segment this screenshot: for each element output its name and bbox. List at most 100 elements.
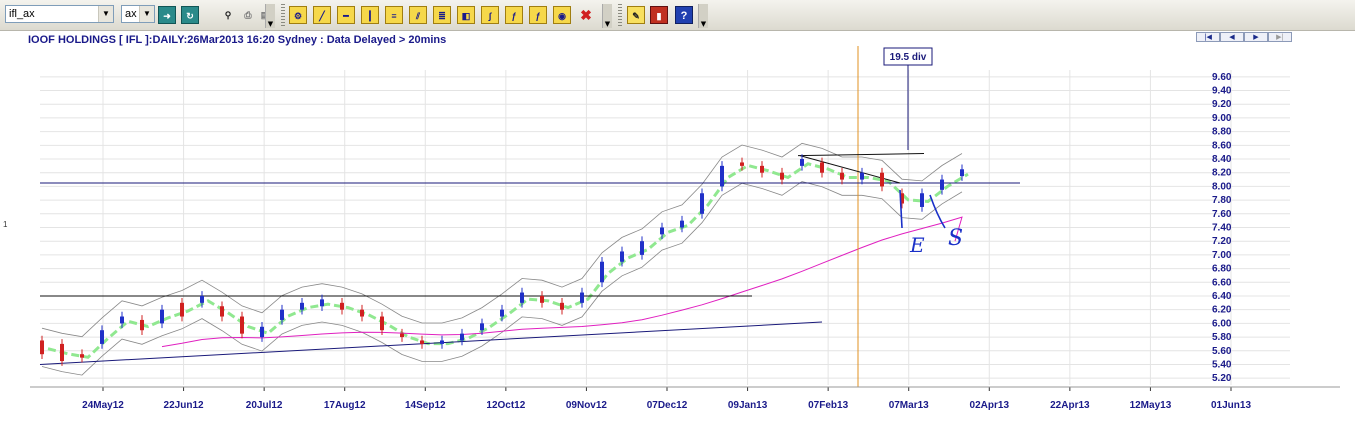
candle-body xyxy=(600,261,604,283)
y-axis: 9.60 9.40 9.20 9.00 8.80 8.60 8.40 8.20 8.00 7.80… xyxy=(1212,72,1232,384)
x-tick-label: 01Jun13 xyxy=(1211,400,1251,411)
binoculars-icon[interactable]: ⚲ xyxy=(219,6,237,24)
candle-body xyxy=(700,193,704,214)
symbol-value: ifl_ax xyxy=(9,8,35,20)
fibonacci-icon[interactable]: ƒ xyxy=(505,6,523,24)
y-tick-label: 6.20 xyxy=(1212,305,1232,316)
parallel-line-icon[interactable]: ⫽ xyxy=(409,6,427,24)
x-axis: 24May12 22Jun12 20Jul12 17Aug12 14Sep12 12Oct… xyxy=(30,386,1340,411)
text-note-icon[interactable]: ◉ xyxy=(553,6,571,24)
candle-body xyxy=(660,227,664,235)
candle-body xyxy=(880,172,884,187)
candle-body xyxy=(540,295,544,303)
exchange-combo[interactable]: ax ▼ xyxy=(121,5,155,23)
y-tick-label: 6.40 xyxy=(1212,291,1232,302)
candle-body xyxy=(480,323,484,331)
candle-body xyxy=(960,169,964,177)
y-tick-label: 8.00 xyxy=(1212,181,1232,192)
uptrend-line xyxy=(39,321,823,365)
lin-channel-icon[interactable]: ≣ xyxy=(433,6,451,24)
retracement-icon[interactable]: ◧ xyxy=(457,6,475,24)
refresh-icon[interactable]: ↻ xyxy=(181,6,199,24)
candle-body xyxy=(500,309,504,317)
candle-body xyxy=(320,299,324,307)
fibonacci-ext-icon[interactable]: ƒ xyxy=(529,6,547,24)
go-arrow-icon[interactable]: ➜ xyxy=(158,6,176,24)
candle-body xyxy=(140,319,144,331)
candle-body xyxy=(300,302,304,310)
vertical-line-icon[interactable]: ┃ xyxy=(361,6,379,24)
candle-body xyxy=(520,292,524,303)
symbol-combo[interactable]: ifl_ax ▼ xyxy=(5,5,114,23)
bollinger-bands xyxy=(41,142,969,376)
candle-body xyxy=(760,165,764,173)
candle-body xyxy=(920,193,924,207)
handwritten-e: E xyxy=(909,233,925,257)
dividend-annotation: 19.5 div xyxy=(883,47,933,150)
settings-icon[interactable]: ✎ xyxy=(627,6,645,24)
candle-body xyxy=(340,302,344,310)
y-tick-label: 7.80 xyxy=(1212,195,1232,206)
candle-body xyxy=(820,162,824,173)
handwritten-s: S xyxy=(948,226,963,251)
x-tick-label: 22Apr13 xyxy=(1050,400,1090,411)
candle-body xyxy=(240,316,244,334)
candle-body xyxy=(580,292,584,303)
candle-body xyxy=(200,295,204,303)
chevron-down-icon[interactable]: ▼ xyxy=(98,6,113,22)
candle-body xyxy=(120,316,124,324)
y-tick-label: 9.60 xyxy=(1212,72,1232,83)
book-icon[interactable]: ▮ xyxy=(650,6,668,24)
candle-body xyxy=(380,316,384,331)
candle-body xyxy=(40,340,44,355)
x-tick-label: 20Jul12 xyxy=(246,400,283,411)
horizontal-line-icon[interactable]: ━ xyxy=(337,6,355,24)
toolbar-overflow[interactable]: ▼ xyxy=(602,4,612,28)
candle-body xyxy=(420,340,424,344)
y-tick-label: 7.40 xyxy=(1212,223,1232,234)
x-tick-label: 12Oct12 xyxy=(486,400,525,411)
x-tick-label: 07Mar13 xyxy=(889,400,929,411)
chevron-down-icon[interactable]: ▼ xyxy=(139,6,154,22)
draw-tool-icon[interactable]: ⚙ xyxy=(289,6,307,24)
toolbar: ifl_ax ▼ ax ▼ ➜ ↻ ⚲ ⎙ ▤ ▼ ⚙ ╱ ━ ┃ ≡ ⫽ ≣ … xyxy=(0,0,1355,31)
y-tick-label: 5.20 xyxy=(1212,373,1232,384)
help-icon[interactable]: ? xyxy=(675,6,693,24)
x-tick-label: 09Jan13 xyxy=(728,400,768,411)
toolbar-overflow[interactable]: ▼ xyxy=(265,4,275,28)
y-tick-label: 8.80 xyxy=(1212,127,1232,138)
x-tick-label: 07Dec12 xyxy=(647,400,688,411)
candle-body xyxy=(80,354,84,358)
y-tick-label: 6.60 xyxy=(1212,277,1232,288)
x-tick-label: 22Jun12 xyxy=(164,400,204,411)
delete-icon[interactable]: ✖ xyxy=(577,6,595,24)
chart-title: IOOF HOLDINGS [ IFL ]:DAILY:26Mar2013 16… xyxy=(28,34,446,46)
line-tool-icon[interactable]: ╱ xyxy=(313,6,331,24)
y-tick-label: 8.60 xyxy=(1212,140,1232,151)
candle-body xyxy=(440,340,444,344)
price-chart[interactable]: IOOF HOLDINGS [ IFL ]:DAILY:26Mar2013 16… xyxy=(0,31,1355,419)
candle-body xyxy=(620,251,624,262)
y-tick-label: 9.20 xyxy=(1212,99,1232,110)
y-tick-label: 7.60 xyxy=(1212,209,1232,220)
candle-body xyxy=(800,159,804,166)
candle-body xyxy=(60,343,64,362)
print-icon[interactable]: ⎙ xyxy=(239,6,257,24)
candle-body xyxy=(780,172,784,180)
candle-body xyxy=(180,302,184,317)
x-tick-label: 07Feb13 xyxy=(808,400,848,411)
lin-tool-icon[interactable]: ≡ xyxy=(385,6,403,24)
candle-body xyxy=(940,179,944,190)
candle-body xyxy=(860,172,864,180)
y-tick-label: 6.80 xyxy=(1212,264,1232,275)
toolbar-overflow[interactable]: ▼ xyxy=(698,4,708,28)
y-tick-label: 7.20 xyxy=(1212,236,1232,247)
x-tick-label: 02Apr13 xyxy=(970,400,1010,411)
toolbar-grip[interactable] xyxy=(618,4,622,26)
candle-body xyxy=(560,302,564,310)
y-tick-label: 5.40 xyxy=(1212,359,1232,370)
y-tick-label: 5.60 xyxy=(1212,346,1232,357)
speed-line-icon[interactable]: ∫ xyxy=(481,6,499,24)
top-channel-line xyxy=(797,153,925,157)
toolbar-grip[interactable] xyxy=(281,4,285,26)
